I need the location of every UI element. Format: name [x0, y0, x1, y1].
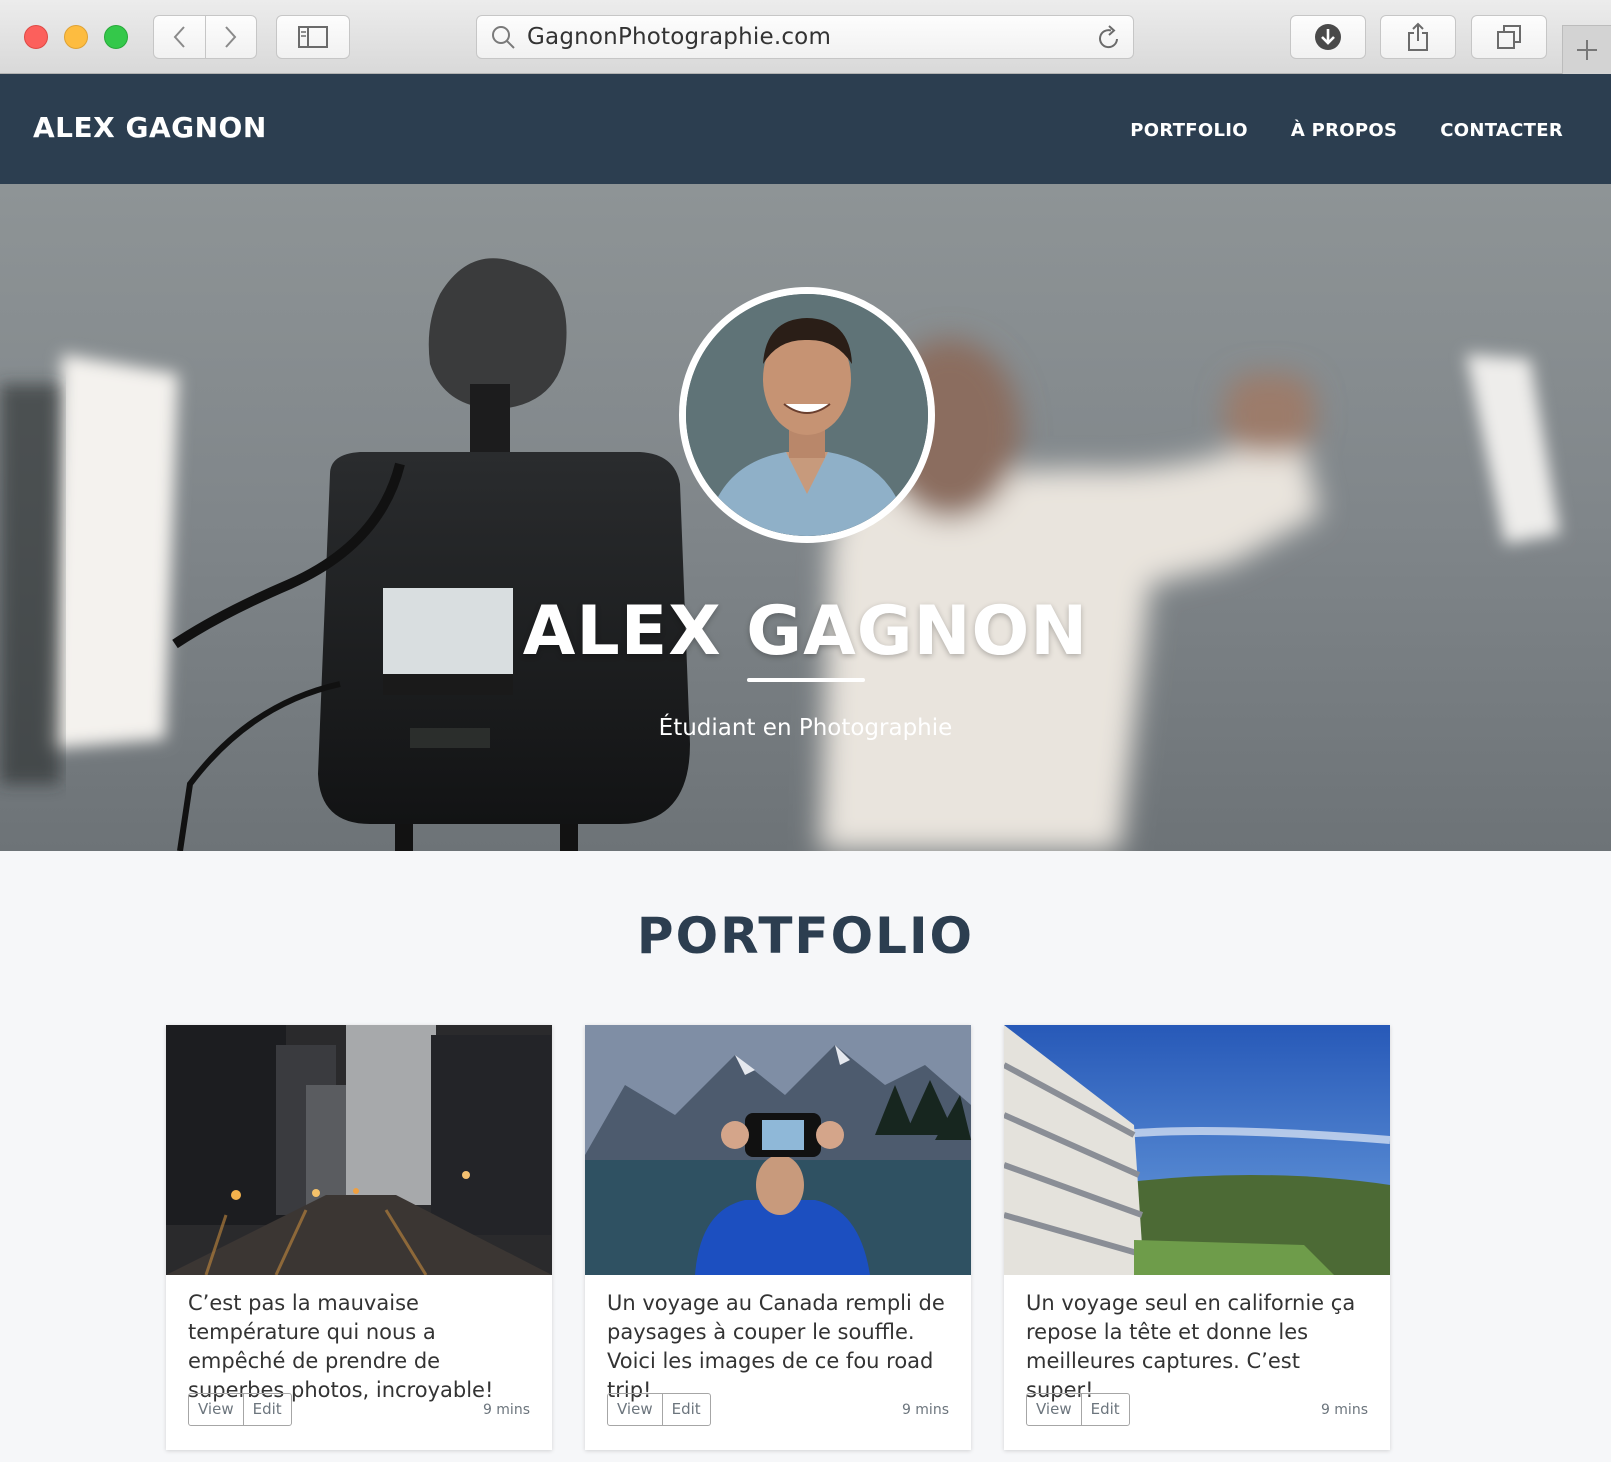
zoom-window-button[interactable] [104, 25, 128, 49]
reload-icon[interactable] [1097, 25, 1121, 51]
address-bar[interactable]: GagnonPhotographie.com [476, 15, 1134, 59]
card-button-group: View Edit [1026, 1393, 1130, 1426]
site-brand[interactable]: ALEX GAGNON [33, 111, 267, 144]
sidebar-toggle-button[interactable] [276, 15, 350, 59]
card-caption: Un voyage au Canada rempli de paysages à… [607, 1291, 945, 1402]
card-caption: Un voyage seul en californie ça repose l… [1026, 1291, 1356, 1402]
sidebar-icon [298, 26, 328, 48]
portfolio-heading: PORTFOLIO [636, 907, 975, 965]
edit-button[interactable]: Edit [661, 1394, 710, 1425]
card-image-canada-lake[interactable] [585, 1025, 971, 1275]
profile-avatar [679, 287, 935, 543]
main-menu: PORTFOLIO À PROPOS CONTACTER [1130, 120, 1563, 141]
history-nav-group [153, 15, 257, 59]
view-button[interactable]: View [189, 1394, 243, 1425]
back-button[interactable] [154, 16, 205, 58]
url-text: GagnonPhotographie.com [527, 24, 832, 50]
hero-name: ALEX GAGNON [522, 592, 1089, 671]
edit-button[interactable]: Edit [1080, 1394, 1129, 1425]
forward-button[interactable] [204, 16, 256, 58]
card-image-city-rain[interactable] [166, 1025, 552, 1275]
downloads-button[interactable] [1290, 15, 1366, 59]
minimize-window-button[interactable] [64, 25, 88, 49]
hero-banner: ALEX GAGNON Étudiant en Photographie [0, 184, 1611, 851]
hero-divider [747, 678, 865, 682]
download-icon [1315, 24, 1341, 50]
hero-subtitle: Étudiant en Photographie [658, 715, 953, 741]
card-button-group: View Edit [188, 1393, 292, 1426]
view-button[interactable]: View [1027, 1394, 1081, 1425]
search-icon [492, 26, 515, 49]
card-button-group: View Edit [607, 1393, 711, 1426]
tabs-icon [1497, 25, 1521, 49]
portfolio-card: Un voyage au Canada rempli de paysages à… [585, 1025, 971, 1450]
read-time: 9 mins [901, 1402, 949, 1418]
portfolio-card: Un voyage seul en californie ça repose l… [1004, 1025, 1390, 1450]
share-icon [1408, 22, 1428, 51]
browser-toolbar: GagnonPhotographie.com [0, 0, 1611, 74]
read-time: 9 mins [482, 1402, 530, 1418]
portfolio-section: PORTFOLIO C’est pas la mauvaise températ… [0, 851, 1611, 1462]
site-navbar: ALEX GAGNON PORTFOLIO À PROPOS CONTACTER [0, 74, 1611, 184]
chevron-right-icon [225, 26, 237, 48]
nav-portfolio-link[interactable]: PORTFOLIO [1130, 120, 1248, 141]
read-time: 9 mins [1320, 1402, 1368, 1418]
new-tab-button[interactable] [1562, 25, 1611, 74]
share-button[interactable] [1380, 15, 1456, 59]
show-tabs-button[interactable] [1471, 15, 1547, 59]
card-caption: C’est pas la mauvaise température qui no… [188, 1291, 494, 1402]
close-window-button[interactable] [24, 25, 48, 49]
edit-button[interactable]: Edit [242, 1394, 291, 1425]
chevron-left-icon [174, 26, 186, 48]
nav-about-link[interactable]: À PROPOS [1291, 120, 1397, 141]
card-image-california[interactable] [1004, 1025, 1390, 1275]
nav-contact-link[interactable]: CONTACTER [1440, 120, 1563, 141]
profile-photo [686, 294, 928, 536]
view-button[interactable]: View [608, 1394, 662, 1425]
plus-icon [1577, 40, 1597, 60]
portfolio-card: C’est pas la mauvaise température qui no… [166, 1025, 552, 1450]
